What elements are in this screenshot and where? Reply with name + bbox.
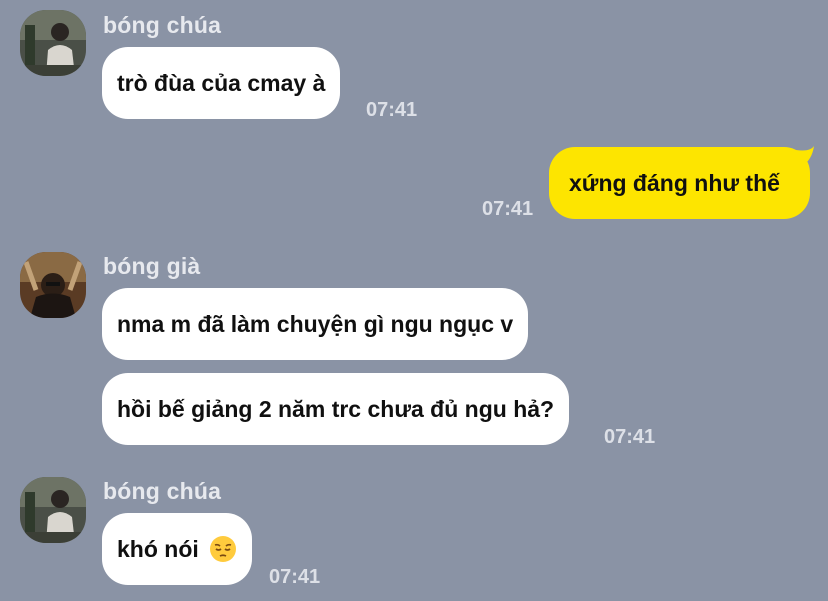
message-timestamp: 07:41 [482, 198, 534, 220]
pensive-face-icon [209, 535, 237, 563]
message-bubble[interactable]: trò đùa của cmay à [102, 47, 341, 119]
message-timestamp: 07:41 [604, 426, 656, 448]
avatar[interactable] [20, 252, 86, 318]
message-bubble[interactable]: hồi bế giảng 2 năm trc chưa đủ ngu hả? [102, 373, 570, 445]
message-bubble[interactable]: nma m đã làm chuyện gì ngu ngục v [102, 288, 529, 360]
bubble-tail-icon [796, 146, 814, 166]
message-text: trò đùa của cmay à [117, 69, 326, 96]
sender-name: bóng chúa [103, 12, 222, 38]
message-text: nma m đã làm chuyện gì ngu ngục v [117, 310, 514, 337]
message-text: khó nói [117, 535, 199, 562]
message-bubble[interactable]: xứng đáng như thế [549, 147, 810, 219]
avatar-photo-icon [20, 252, 86, 318]
sender-name: bóng chúa [103, 478, 222, 504]
avatar-photo-icon [20, 477, 86, 543]
message-timestamp: 07:41 [366, 99, 418, 121]
sender-name: bóng già [103, 253, 201, 279]
message-text: hồi bế giảng 2 năm trc chưa đủ ngu hả? [117, 395, 555, 422]
avatar-photo-icon [20, 10, 86, 76]
message-text: xứng đáng như thế [569, 169, 780, 196]
avatar[interactable] [20, 10, 86, 76]
avatar[interactable] [20, 477, 86, 543]
message-timestamp: 07:41 [269, 566, 321, 588]
message-bubble[interactable]: khó nói [102, 513, 252, 585]
